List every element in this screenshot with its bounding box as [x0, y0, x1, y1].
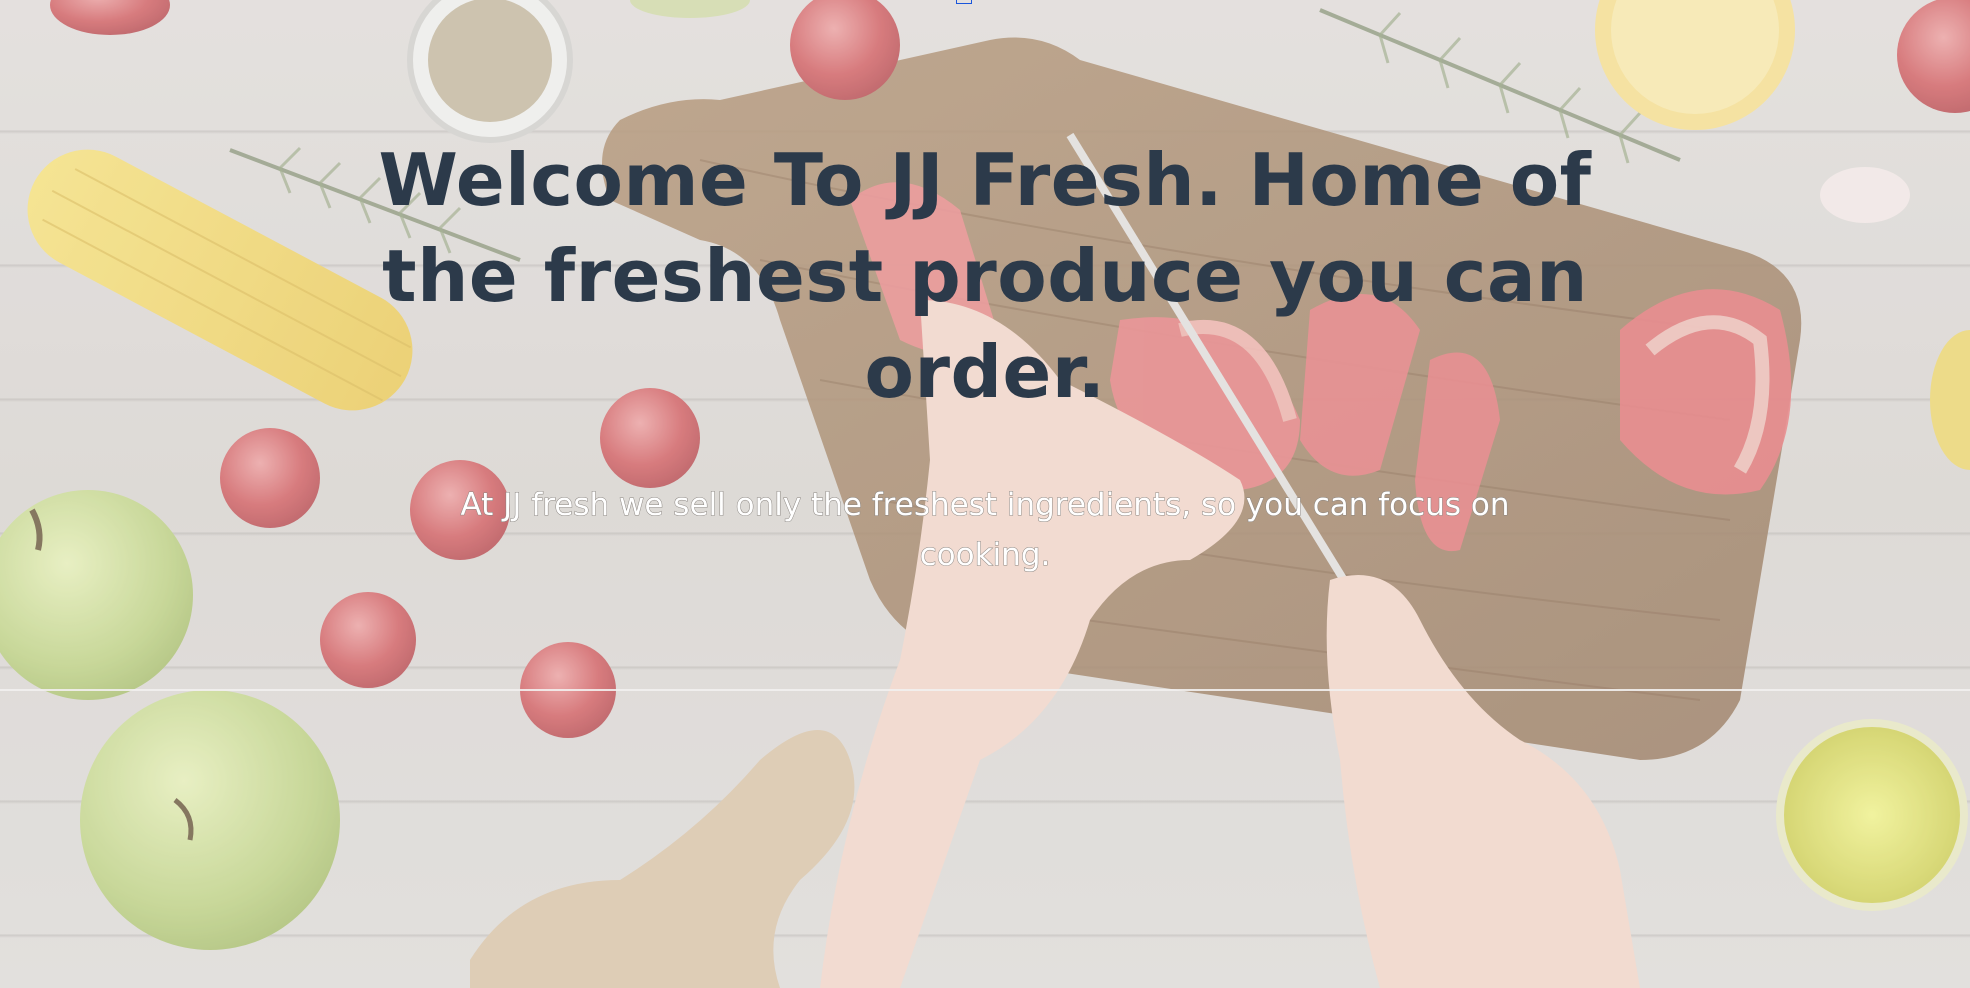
- hero-section: Welcome To JJ Fresh. Home of the freshes…: [0, 0, 1970, 988]
- top-focus-marker: [956, 0, 972, 4]
- section-divider: [0, 689, 1970, 691]
- hero-subtitle: At JJ fresh we sell only the freshest in…: [460, 487, 1510, 574]
- hero-title: Welcome To JJ Fresh. Home of the freshes…: [378, 138, 1592, 414]
